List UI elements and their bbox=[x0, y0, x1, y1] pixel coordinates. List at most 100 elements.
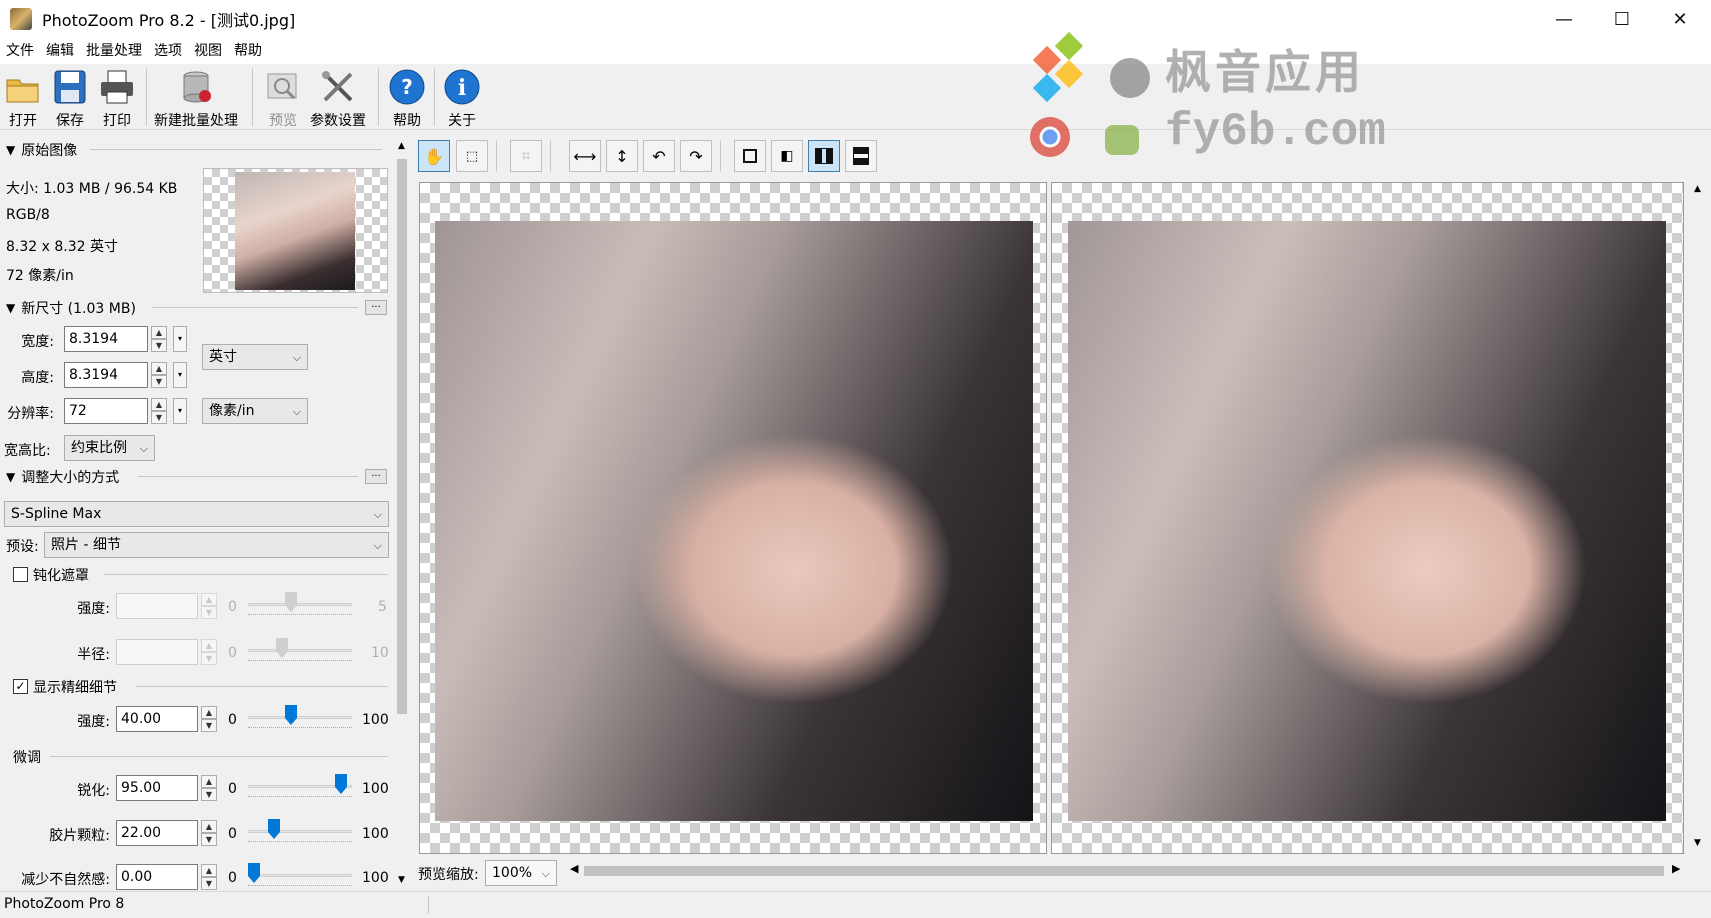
split-pane-icon: ◧ bbox=[780, 148, 794, 164]
scroll-left-icon[interactable]: ◀ bbox=[570, 862, 578, 875]
sharpen-spinner[interactable]: ▲ ▼ bbox=[201, 775, 217, 801]
close-button[interactable]: ✕ bbox=[1651, 0, 1709, 38]
fine-strength-input[interactable]: 40.00 bbox=[116, 706, 198, 732]
resolution-dropdown[interactable]: ▾ bbox=[173, 398, 187, 424]
minimize-button[interactable]: — bbox=[1535, 0, 1593, 38]
menu-file[interactable]: 文件 bbox=[0, 38, 40, 64]
unsharp-radius-input[interactable] bbox=[116, 639, 198, 665]
menu-help[interactable]: 帮助 bbox=[228, 38, 268, 64]
sharpen-input[interactable]: 95.00 bbox=[116, 775, 198, 801]
section-divider bbox=[50, 756, 388, 757]
scroll-down-icon[interactable]: ▼ bbox=[398, 875, 405, 885]
flip-vertical-button[interactable]: ↕ bbox=[606, 140, 638, 172]
width-spinner[interactable]: ▲ ▼ bbox=[151, 326, 167, 352]
artifact-reduction-spinner[interactable]: ▲ ▼ bbox=[201, 864, 217, 890]
menu-batch[interactable]: 批量处理 bbox=[80, 38, 148, 64]
unsharp-strength-spinner[interactable]: ▲ ▼ bbox=[201, 593, 217, 619]
flip-horizontal-button[interactable]: ⟷ bbox=[569, 140, 601, 172]
new-batch-button[interactable]: 新建批量处理 bbox=[154, 68, 238, 130]
hand-tool-button[interactable]: ✋ bbox=[418, 140, 450, 172]
rotate-right-icon: ↷ bbox=[689, 146, 703, 166]
preview-button[interactable]: 预览 bbox=[264, 68, 302, 130]
slider-knob[interactable] bbox=[285, 705, 297, 725]
toolbar-separator bbox=[434, 68, 435, 126]
resize-method-section-header[interactable]: ▼ 调整大小的方式 bbox=[6, 467, 119, 487]
unsharp-mask-checkbox[interactable] bbox=[13, 567, 28, 582]
height-dropdown[interactable]: ▾ bbox=[173, 362, 187, 388]
about-button[interactable]: i 关于 bbox=[443, 68, 481, 130]
artifact-reduction-slider[interactable] bbox=[248, 863, 352, 889]
aspect-select[interactable]: 约束比例 ⌵ bbox=[64, 435, 155, 461]
result-preview-pane[interactable] bbox=[1051, 182, 1684, 854]
film-grain-input[interactable]: 22.00 bbox=[116, 820, 198, 846]
fine-detail-checkbox[interactable]: ✓ bbox=[13, 679, 28, 694]
panel-scrollbar[interactable]: ▲ ▼ bbox=[394, 137, 410, 889]
sharpen-slider[interactable] bbox=[248, 774, 352, 800]
unsharp-strength-slider[interactable] bbox=[248, 592, 352, 618]
width-input[interactable]: 8.3194 bbox=[64, 326, 148, 352]
film-grain-label: 胶片颗粒: bbox=[49, 828, 110, 844]
height-spinner[interactable]: ▲ ▼ bbox=[151, 362, 167, 388]
maximize-button[interactable]: ☐ bbox=[1593, 0, 1651, 38]
slider-knob[interactable] bbox=[248, 863, 260, 883]
menu-options[interactable]: 选项 bbox=[148, 38, 188, 64]
save-button[interactable]: 保存 bbox=[51, 68, 89, 130]
slider-knob[interactable] bbox=[285, 592, 297, 612]
slider-knob[interactable] bbox=[268, 819, 280, 839]
stacked-view-button[interactable] bbox=[845, 140, 877, 172]
selection-tool-button[interactable]: ⬚ bbox=[456, 140, 488, 172]
unsharp-radius-spinner[interactable]: ▲ ▼ bbox=[201, 639, 217, 665]
new-size-section-header[interactable]: ▼ 新尺寸 (1.03 MB) bbox=[6, 298, 136, 318]
rotate-right-button[interactable]: ↷ bbox=[680, 140, 712, 172]
print-button[interactable]: 打印 bbox=[98, 68, 136, 130]
unsharp-strength-input[interactable] bbox=[116, 593, 198, 619]
original-preview-image bbox=[435, 221, 1033, 821]
help-button[interactable]: ? 帮助 bbox=[388, 68, 426, 130]
resolution-spinner[interactable]: ▲ ▼ bbox=[151, 398, 167, 424]
settings-button[interactable]: 参数设置 bbox=[310, 68, 366, 130]
side-by-side-view-button[interactable] bbox=[808, 140, 840, 172]
resolution-input[interactable]: 72 bbox=[64, 398, 148, 424]
zoom-select[interactable]: 100% ⌵ bbox=[485, 860, 557, 886]
toolbar-separator bbox=[252, 68, 253, 126]
scroll-up-icon[interactable]: ▲ bbox=[398, 141, 405, 151]
slider-min-value: 0 bbox=[228, 870, 237, 886]
svg-text:?: ? bbox=[401, 75, 413, 99]
unsharp-radius-slider[interactable] bbox=[248, 638, 352, 664]
scrollbar-thumb[interactable] bbox=[584, 866, 1664, 876]
split-view-button[interactable]: ◧ bbox=[771, 140, 803, 172]
scrollbar-thumb[interactable] bbox=[397, 159, 407, 714]
scroll-down-icon[interactable]: ▼ bbox=[1694, 838, 1701, 848]
result-preview-image bbox=[1068, 221, 1666, 821]
scroll-up-icon[interactable]: ▲ bbox=[1694, 184, 1701, 194]
new-size-more-button[interactable]: ... bbox=[365, 300, 387, 315]
film-grain-slider[interactable] bbox=[248, 819, 352, 845]
preset-select[interactable]: 照片 - 细节 ⌵ bbox=[44, 532, 389, 558]
algorithm-select[interactable]: S-Spline Max ⌵ bbox=[4, 501, 389, 527]
resize-method-more-button[interactable]: ... bbox=[365, 469, 387, 484]
folder-icon bbox=[4, 68, 42, 106]
resolution-unit-select[interactable]: 像素/in ⌵ bbox=[202, 398, 308, 424]
original-section-header[interactable]: ▼ 原始图像 bbox=[6, 140, 77, 160]
menu-view[interactable]: 视图 bbox=[188, 38, 228, 64]
unit-select[interactable]: 英寸 ⌵ bbox=[202, 344, 308, 370]
original-dimensions: 8.32 x 8.32 英寸 bbox=[6, 239, 118, 255]
title-bar: PhotoZoom Pro 8.2 - [测试0.jpg] — ☐ ✕ bbox=[0, 0, 1711, 38]
scroll-right-icon[interactable]: ▶ bbox=[1672, 862, 1680, 875]
original-preview-pane[interactable] bbox=[419, 182, 1047, 854]
menu-edit[interactable]: 编辑 bbox=[40, 38, 80, 64]
slider-knob[interactable] bbox=[335, 774, 347, 794]
preview-horizontal-scrollbar[interactable]: ◀ ▶ bbox=[570, 862, 1680, 880]
crop-button[interactable]: ⌗ bbox=[510, 140, 542, 172]
fine-strength-spinner[interactable]: ▲ ▼ bbox=[201, 706, 217, 732]
slider-knob[interactable] bbox=[276, 638, 288, 658]
film-grain-spinner[interactable]: ▲ ▼ bbox=[201, 820, 217, 846]
single-view-button[interactable] bbox=[734, 140, 766, 172]
rotate-left-button[interactable]: ↶ bbox=[643, 140, 675, 172]
fine-strength-slider[interactable] bbox=[248, 705, 352, 731]
preview-vertical-scrollbar[interactable]: ▲ ▼ bbox=[1690, 182, 1708, 854]
width-dropdown[interactable]: ▾ bbox=[173, 326, 187, 352]
open-button[interactable]: 打开 bbox=[4, 68, 42, 130]
height-input[interactable]: 8.3194 bbox=[64, 362, 148, 388]
artifact-reduction-input[interactable]: 0.00 bbox=[116, 864, 198, 890]
